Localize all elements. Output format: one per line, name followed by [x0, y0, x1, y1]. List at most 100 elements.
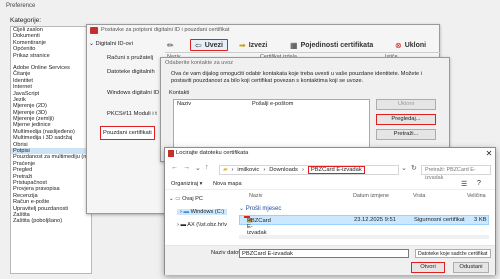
folder-icon: ▰	[223, 167, 228, 173]
chevron-right-icon: ›	[177, 222, 179, 228]
file-date: 23.12.2025 9:51	[354, 217, 396, 223]
file-type: Sigurnosni certifikat	[414, 217, 465, 223]
organize-label: Organiziraj	[171, 181, 199, 187]
import-icon: ⇦	[195, 40, 202, 50]
horizontal-scrollbar[interactable]	[239, 235, 489, 239]
nav-label: AX (\\st.obz.hr\v	[187, 222, 228, 228]
tree-label: Digitalni ID-ovi	[95, 41, 133, 47]
export-label: Izvezi	[248, 41, 268, 49]
tree-item-windows-id[interactable]: Windows digitalni ID	[107, 90, 159, 96]
dialog-title: Postavke za potpisni digitalni ID i pouz…	[101, 27, 230, 33]
certificate-details-button[interactable]: ▦ Pojedinosti certifikata	[290, 39, 373, 51]
cancel-button[interactable]: Odustani	[453, 262, 489, 273]
chevron-down-icon: ⌄	[89, 41, 94, 47]
chevron-down-icon: ⌄	[169, 196, 174, 202]
open-button[interactable]: Otvori	[411, 262, 445, 273]
export-button[interactable]: ➡ Izvezi	[239, 39, 267, 51]
new-folder-button[interactable]: Nova mapa	[213, 181, 242, 187]
command-bar: Organiziraj ▾ Nova mapa ☰ ?	[165, 180, 495, 190]
remove-contact-button[interactable]: Ukloni	[376, 99, 436, 110]
tree-item-accounts[interactable]: Računi s pružatelj	[107, 55, 153, 61]
breadcrumb-user[interactable]: imilkovic	[237, 167, 259, 173]
file-dialog-titlebar: Locirajte datoteku certifikata ✕	[165, 148, 495, 160]
tree-item-files[interactable]: Datoteke digitalnih	[107, 69, 155, 75]
group-label: Prošli mjesec	[245, 206, 282, 212]
group-header[interactable]: ⌄ Prošli mjesec	[239, 205, 281, 212]
dialog-description: Ova će vam dijalog omogućiti odabir kont…	[171, 71, 422, 84]
column-size[interactable]: Veličina	[467, 193, 486, 199]
file-dialog-footer: Naziv datoteke: PBZCard E-izvadak Datote…	[165, 245, 495, 275]
column-name[interactable]: Naziv	[177, 101, 191, 107]
search-button[interactable]: Pretraži...	[376, 129, 436, 140]
remove-label: Ukloni	[404, 41, 427, 49]
import-button[interactable]: ⇦ Uvezi	[190, 39, 228, 51]
window-title: Preference	[6, 3, 36, 9]
nav-this-pc[interactable]: ⌄ ▭ Ovaj PC	[169, 196, 203, 202]
tree-item-pkcs11[interactable]: PKCS#11 Moduli i t	[107, 111, 157, 117]
chevron-down-icon: ⌄	[239, 206, 245, 212]
address-bar[interactable]: ▰ › imilkovic › Downloads › PBZCard E-iz…	[219, 165, 399, 175]
open-file-dialog: Locirajte datoteku certifikata ✕ ← → ⌄ ↑…	[164, 147, 496, 275]
computer-icon: ▭	[175, 196, 181, 202]
acrobat-icon	[90, 27, 98, 34]
column-name[interactable]: Naziv	[249, 193, 262, 199]
export-icon: ➡	[239, 40, 246, 50]
file-size: 3 KB	[474, 217, 487, 223]
categories-label: Kategorije:	[10, 17, 42, 24]
navigation-pane: ⌄ ▭ Ovaj PC › ▬ Windows (C:) › ▬ AX (\\s…	[165, 192, 235, 232]
breadcrumb-downloads[interactable]: Downloads	[269, 167, 298, 173]
breadcrumb-chevron-icon: ›	[301, 167, 304, 173]
filename-input[interactable]: PBZCard E-izvadak	[239, 249, 409, 258]
file-list-header: Naziv Datum izmjene Vrsta Veličina	[237, 193, 495, 201]
browse-button[interactable]: Pregledaj...	[376, 114, 436, 125]
search-input[interactable]: Pretraži: PBZCard E-izvadak	[421, 165, 491, 181]
category-item[interactable]: Zaštita (poboljšano)	[11, 218, 91, 224]
breadcrumb-current[interactable]: PBZCard E-izvadak	[307, 166, 365, 174]
column-email[interactable]: Pošalji e-poštom	[252, 101, 293, 107]
chevron-down-icon[interactable]: ⌄	[195, 164, 201, 172]
remove-button[interactable]: ⊗ Ukloni	[395, 39, 426, 51]
nav-windows-c[interactable]: › ▬ Windows (C:)	[177, 209, 228, 215]
details-label: Pojedinosti certifikata	[300, 41, 374, 49]
back-icon[interactable]: ←	[171, 164, 178, 171]
forward-icon[interactable]: →	[183, 164, 190, 171]
up-icon[interactable]: ↑	[205, 164, 209, 171]
network-drive-icon: ▬	[180, 222, 187, 228]
close-icon[interactable]: ✕	[483, 148, 495, 160]
chevron-right-icon: ›	[180, 209, 182, 215]
column-date[interactable]: Datum izmjene	[353, 193, 389, 199]
remove-icon: ⊗	[395, 40, 402, 50]
file-name-cell[interactable]: ▣ PBZCard E-izvadak	[244, 216, 271, 236]
refresh-icon[interactable]: ↻	[411, 164, 417, 172]
details-icon: ▦	[290, 40, 298, 50]
acrobat-icon	[168, 150, 174, 157]
breadcrumb-chevron-icon: ›	[263, 167, 266, 173]
breadcrumb-chevron-icon: ›	[231, 167, 234, 173]
dropdown-icon[interactable]: ⌄	[401, 164, 407, 172]
category-item[interactable]: Pouzdanost za multimediju (nas	[11, 154, 91, 160]
tree-item-trusted-certificates[interactable]: Pouzdani certifikati	[100, 126, 155, 140]
edit-icon[interactable]: ✏	[167, 39, 174, 51]
filter-label: Datoteke koje sadrže certifikat	[418, 251, 488, 257]
column-type[interactable]: Vrsta	[413, 193, 425, 199]
certificate-toolbar: ✏ ⇦ Uvezi ➡ Izvezi ▦ Pojedinosti certifikat…	[165, 37, 440, 53]
help-icon[interactable]: ?	[477, 180, 481, 187]
view-options-icon[interactable]: ☰	[461, 180, 467, 188]
nav-label: Windows (C:)	[190, 209, 225, 215]
drive-icon: ▬	[183, 209, 190, 215]
settings-tree: ⌄ Digitalni ID-ovi Računi s pružatelj Da…	[87, 37, 164, 213]
nav-label: Ovaj PC	[182, 196, 203, 202]
file-type-filter[interactable]: Datoteke koje sadrže certifikat ⌄	[415, 249, 491, 265]
nav-network-drive[interactable]: › ▬ AX (\\st.obz.hr\v	[177, 222, 227, 228]
dialog-title: Odaberite kontakte za uvoz	[165, 60, 234, 66]
file-name: PBZCard E-izvadak	[247, 218, 271, 236]
file-nav-bar: ← → ⌄ ↑ ▰ › imilkovic › Downloads › PBZC…	[165, 162, 495, 181]
chevron-down-icon: ▾	[199, 181, 203, 187]
dialog-title: Locirajte datoteku certifikata	[176, 150, 249, 156]
import-label: Uvezi	[204, 41, 223, 49]
tree-item-digital-ids[interactable]: ⌄ Digitalni ID-ovi	[89, 41, 133, 47]
file-row[interactable]: ▣ PBZCard E-izvadak 23.12.2025 9:51 Sigu…	[239, 215, 489, 236]
contacts-group-label: Kontakti	[169, 90, 190, 96]
categories-list[interactable]: Cijeli zaslon Dokumenti Komentiranje Općeni…	[10, 26, 92, 274]
organize-button[interactable]: Organiziraj ▾	[171, 181, 202, 187]
